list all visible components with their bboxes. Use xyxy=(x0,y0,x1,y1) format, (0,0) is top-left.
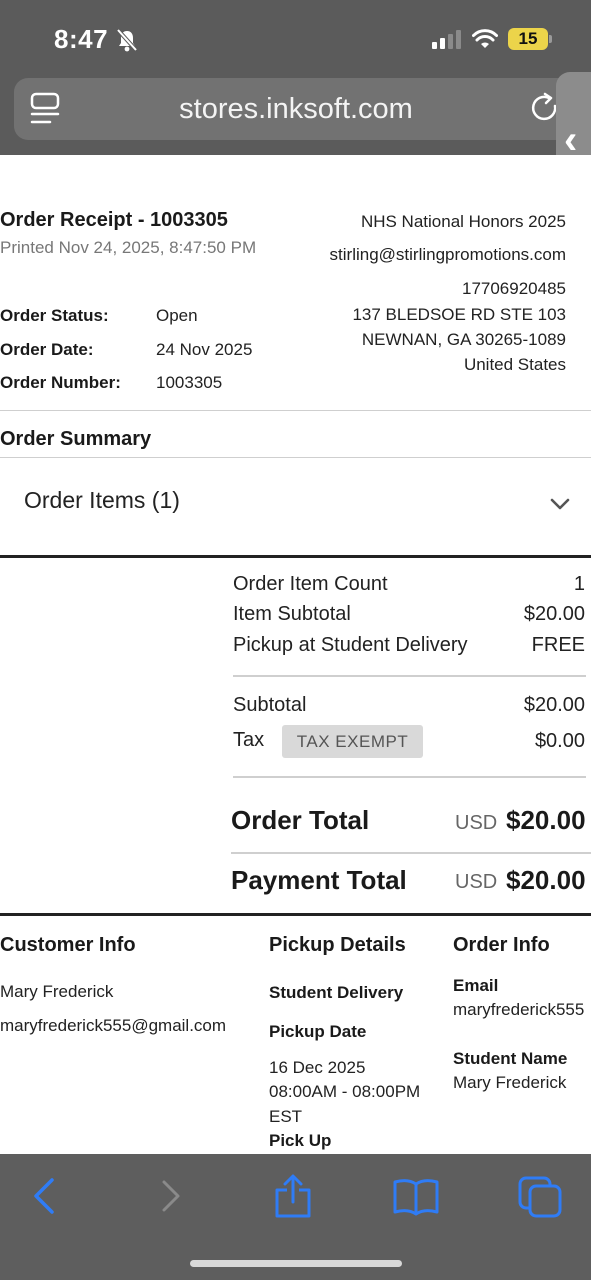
order-info-email[interactable]: maryfrederick555 xyxy=(453,1000,584,1020)
bell-off-icon xyxy=(116,28,138,52)
share-icon[interactable] xyxy=(269,1174,317,1218)
divider xyxy=(233,675,586,677)
printed-timestamp: Printed Nov 24, 2025, 8:47:50 PM xyxy=(0,238,257,257)
divider xyxy=(231,852,591,854)
order-number-value: 1003305 xyxy=(156,373,223,392)
tax-label: Tax xyxy=(233,729,265,751)
status-time: 8:47 xyxy=(54,24,109,54)
chevron-down-icon[interactable] xyxy=(549,497,571,511)
tax-value: $0.00 xyxy=(534,730,585,752)
order-total-value: $20.00 xyxy=(506,805,586,835)
order-info-title: Order Info xyxy=(453,934,550,956)
payment-total-label: Payment Total xyxy=(231,865,407,895)
order-date-label: Order Date: xyxy=(0,340,94,359)
home-indicator xyxy=(190,1260,402,1267)
store-address-line2: NEWNAN, GA 30265-1089 xyxy=(361,330,566,349)
pickup-timezone: EST xyxy=(269,1107,303,1126)
order-number-label: Order Number: xyxy=(0,373,121,392)
store-name: NHS National Honors 2025 xyxy=(360,212,566,231)
order-items-accordion[interactable]: Order Items (1) xyxy=(0,459,591,555)
receipt-title: Order Receipt - 1003305 xyxy=(0,209,228,231)
bookmarks-icon[interactable] xyxy=(392,1174,440,1218)
url-text[interactable]: stores.inksoft.com xyxy=(14,78,578,140)
payment-total-value: $20.00 xyxy=(506,865,586,895)
divider xyxy=(0,555,591,558)
divider xyxy=(0,913,591,916)
battery-percent: 15 xyxy=(518,29,538,48)
customer-email[interactable]: maryfrederick555@gmail.com xyxy=(0,1016,226,1036)
student-name: Mary Frederick xyxy=(453,1073,567,1092)
divider xyxy=(233,776,586,778)
browser-top-bar: 8:47 15 stores.inksoft.com ‹ xyxy=(0,0,591,202)
divider xyxy=(0,410,591,411)
order-receipt: Order Receipt - 1003305 Printed Nov 24, … xyxy=(0,155,591,1155)
pickup-date: 16 Dec 2025 xyxy=(269,1058,366,1077)
order-date-value: 24 Nov 2025 xyxy=(156,340,253,359)
item-subtotal-value: $20.00 xyxy=(523,603,585,625)
customer-info-title: Customer Info xyxy=(0,934,136,956)
forward-arrow-icon[interactable] xyxy=(148,1174,196,1218)
tabs-icon[interactable] xyxy=(516,1174,564,1218)
item-count-label: Order Item Count xyxy=(233,573,388,595)
pickup-fee-value: FREE xyxy=(531,634,585,656)
student-name-label: Student Name xyxy=(453,1049,568,1068)
order-total-label: Order Total xyxy=(231,805,370,835)
back-arrow-icon[interactable] xyxy=(20,1174,68,1218)
payment-total-currency: USD xyxy=(455,871,498,893)
pickup-date-label: Pickup Date xyxy=(269,1022,367,1041)
wifi-icon xyxy=(472,29,498,48)
chevron-left-icon: ‹ xyxy=(564,118,578,162)
item-count-value: 1 xyxy=(573,573,585,595)
item-subtotal-label: Item Subtotal xyxy=(233,603,351,625)
pickup-fee-label: Pickup at Student Delivery xyxy=(233,634,468,656)
order-status-label: Order Status: xyxy=(0,306,109,325)
address-bar[interactable]: stores.inksoft.com xyxy=(14,78,588,140)
subtotal-label: Subtotal xyxy=(233,694,307,716)
subtotal-value: $20.00 xyxy=(523,694,585,716)
order-status-value: Open xyxy=(156,306,198,325)
store-address-line1: 137 BLEDSOE RD STE 103 xyxy=(352,305,566,324)
store-country: United States xyxy=(463,355,566,374)
store-email[interactable]: stirling@stirlingpromotions.com xyxy=(330,245,566,265)
pickup-details-title: Pickup Details xyxy=(269,934,406,956)
customer-name: Mary Frederick xyxy=(0,982,114,1001)
order-items-label[interactable]: Order Items (1) xyxy=(24,487,180,514)
divider xyxy=(0,457,591,458)
pickup-label: Pick Up xyxy=(269,1131,332,1150)
tax-exempt-badge: TAX EXEMPT xyxy=(282,725,423,758)
store-phone[interactable]: 17706920485 xyxy=(462,279,566,299)
cellular-signal-icon xyxy=(432,30,461,49)
order-total-currency: USD xyxy=(455,812,498,834)
pickup-method: Student Delivery xyxy=(269,983,404,1002)
order-summary-title: Order Summary xyxy=(0,428,152,450)
order-info-email-label: Email xyxy=(453,976,499,995)
battery-indicator: 15 xyxy=(508,28,552,50)
pickup-time: 08:00AM - 08:00PM xyxy=(269,1082,421,1101)
